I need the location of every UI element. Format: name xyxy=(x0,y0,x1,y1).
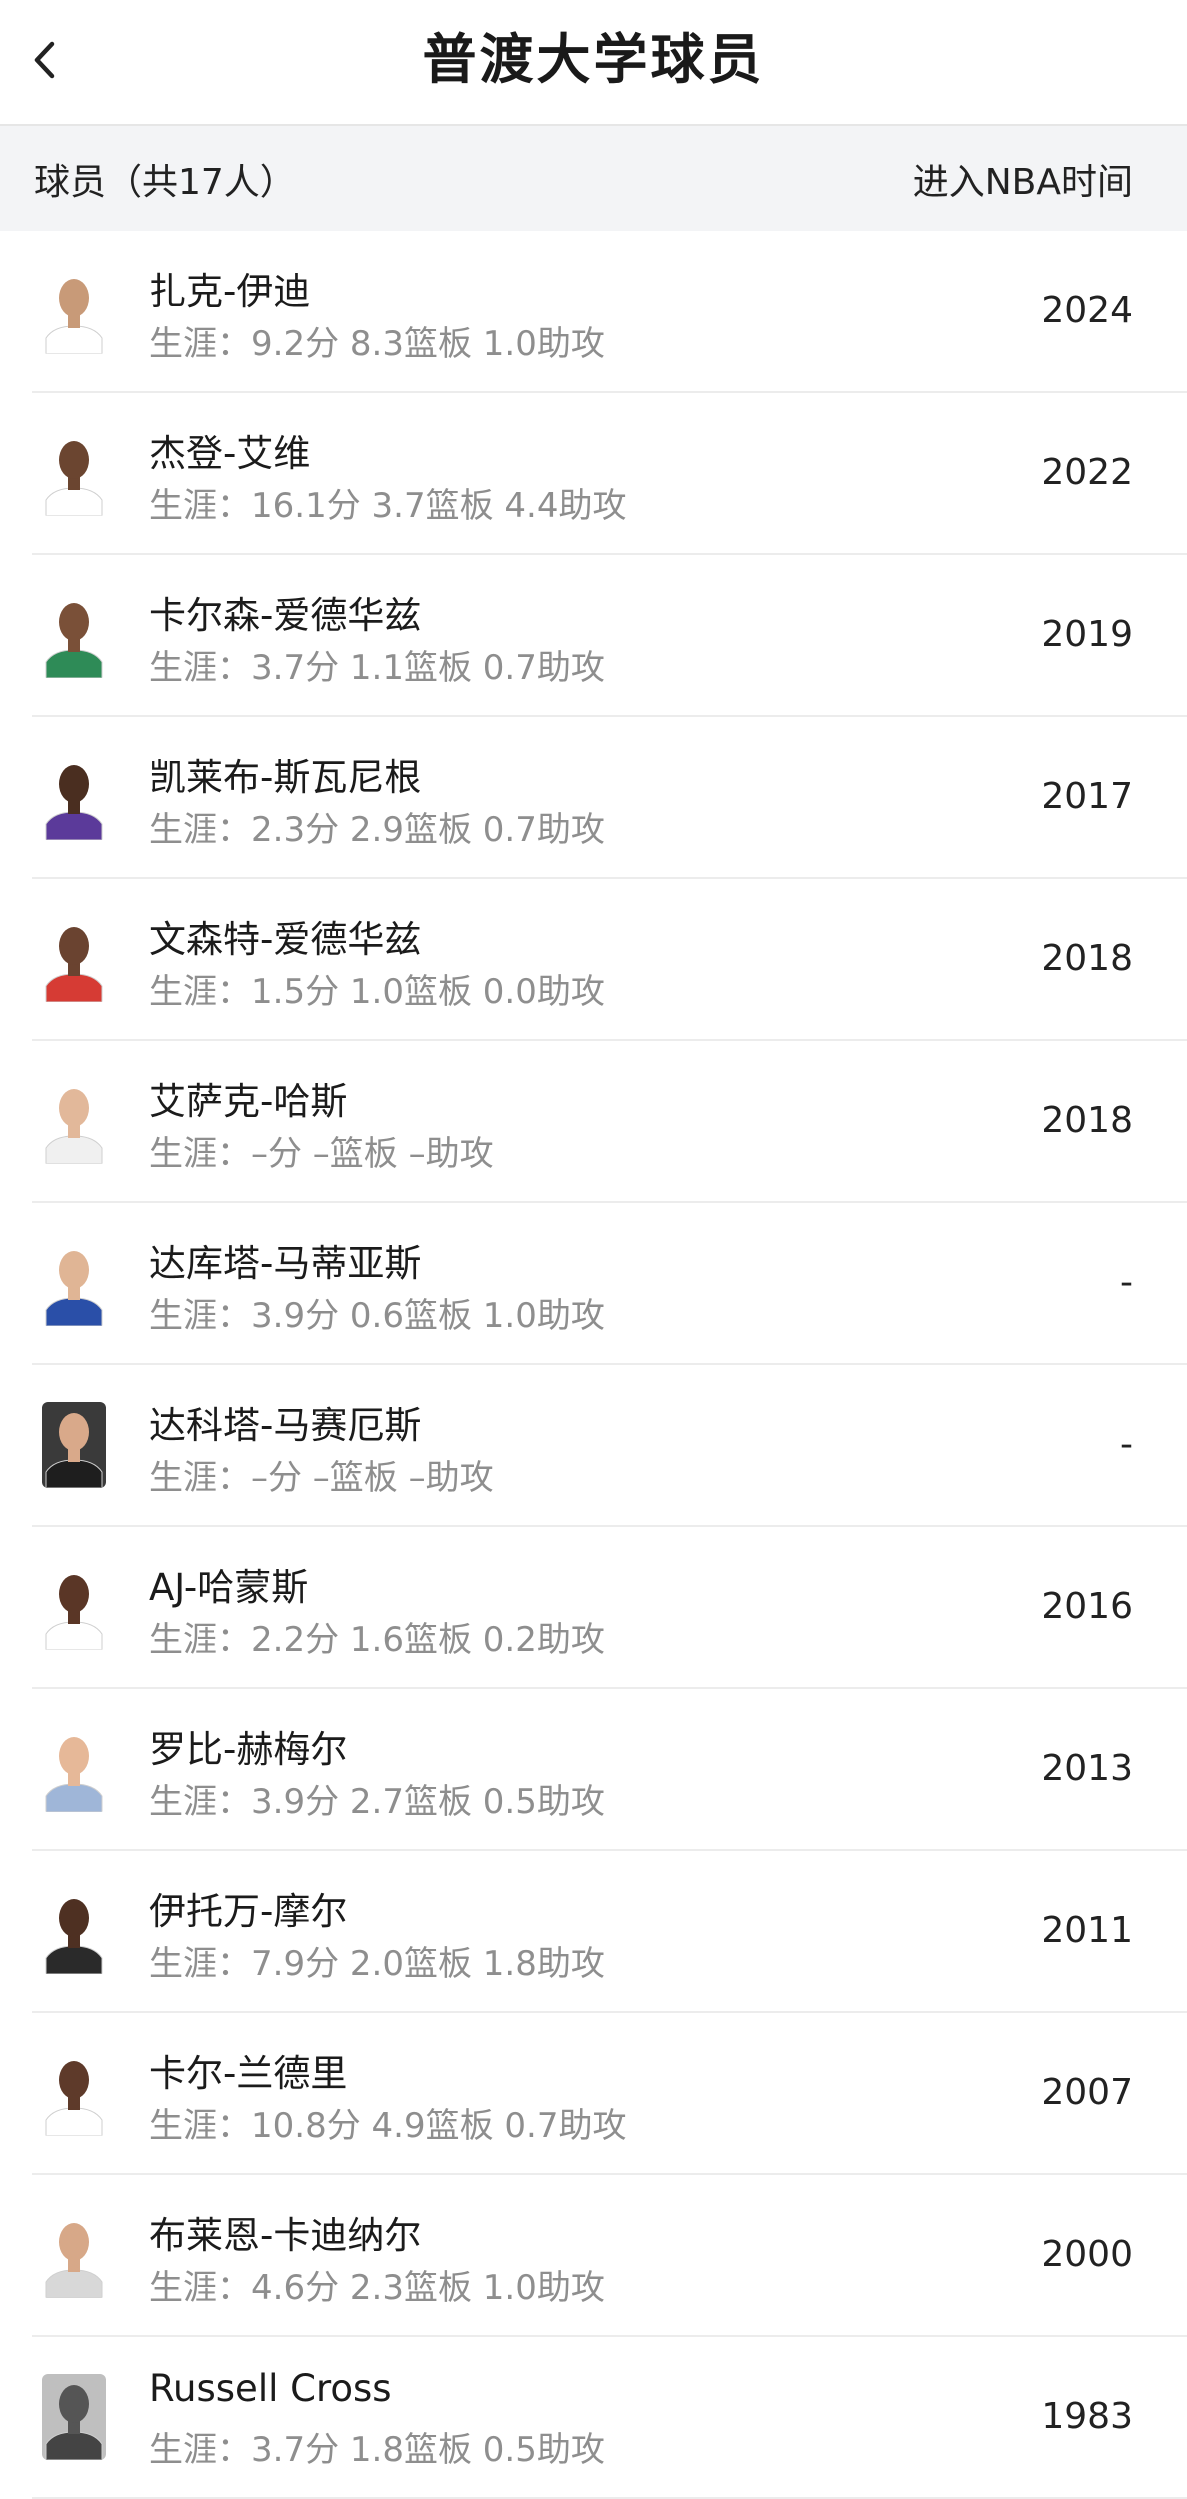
player-nba-entry-year: 2022 xyxy=(1041,452,1133,493)
player-avatar xyxy=(42,1402,106,1488)
player-name: 凯莱布-斯瓦尼根 xyxy=(149,756,422,799)
player-nba-entry-year: 2011 xyxy=(1041,1910,1133,1951)
player-name: Russell Cross xyxy=(149,2367,392,2410)
player-avatar xyxy=(42,1240,106,1326)
player-nba-entry-year: 2016 xyxy=(1041,1586,1133,1627)
player-nba-entry-year: 2007 xyxy=(1041,2072,1133,2113)
player-name: 布莱恩-卡迪纳尔 xyxy=(149,2214,422,2257)
nba-entry-column-label: 进入NBA时间 xyxy=(912,161,1133,203)
player-name: 伊托万-摩尔 xyxy=(149,1890,348,1933)
player-row[interactable]: 布莱恩-卡迪纳尔生涯：4.6分 2.3篮板 1.0助攻 2000 xyxy=(32,2175,1187,2337)
player-career-stats: 生涯：4.6分 2.3篮板 1.0助攻 xyxy=(149,2268,605,2308)
player-career-stats: 生涯：3.7分 1.1篮板 0.7助攻 xyxy=(149,648,605,688)
player-name: 艾萨克-哈斯 xyxy=(149,1080,348,1123)
player-nba-entry-year: 2018 xyxy=(1041,938,1133,979)
player-list: 扎克-伊迪生涯：9.2分 8.3篮板 1.0助攻 2024 杰登-艾维生涯：16.1… xyxy=(0,231,1187,2499)
player-nba-entry-year: 2013 xyxy=(1041,1748,1133,1789)
player-name: AJ-哈蒙斯 xyxy=(149,1566,309,1609)
player-avatar xyxy=(42,2212,106,2298)
player-row[interactable]: 卡尔森-爱德华兹生涯：3.7分 1.1篮板 0.7助攻 2019 xyxy=(32,555,1187,717)
player-row[interactable]: 扎克-伊迪生涯：9.2分 8.3篮板 1.0助攻 2024 xyxy=(32,231,1187,393)
player-row[interactable]: Russell Cross 生涯：3.7分 1.8篮板 0.5助攻 1983 xyxy=(32,2337,1187,2499)
player-career-stats: 生涯：–分 –篮板 –助攻 xyxy=(149,1458,494,1498)
player-career-stats: 生涯：1.5分 1.0篮板 0.0助攻 xyxy=(149,972,605,1012)
player-career-stats: 生涯：2.2分 1.6篮板 0.2助攻 xyxy=(149,1620,605,1660)
player-name: 卡尔-兰德里 xyxy=(149,2052,348,2095)
player-row[interactable]: 达库塔-马蒂亚斯生涯：3.9分 0.6篮板 1.0助攻 - xyxy=(32,1203,1187,1365)
player-nba-entry-year: 2024 xyxy=(1041,290,1133,331)
player-avatar xyxy=(42,2374,106,2460)
player-avatar xyxy=(42,268,106,354)
player-nba-entry-year: 2000 xyxy=(1041,2234,1133,2275)
player-name: 文森特-爱德华兹 xyxy=(149,918,422,961)
player-name: 扎克-伊迪 xyxy=(149,270,311,313)
player-nba-entry-year: 2017 xyxy=(1041,776,1133,817)
player-career-stats: 生涯：10.8分 4.9篮板 0.7助攻 xyxy=(149,2106,627,2146)
player-nba-entry-year: - xyxy=(1120,1262,1133,1303)
player-avatar xyxy=(42,592,106,678)
player-row[interactable]: 卡尔-兰德里生涯：10.8分 4.9篮板 0.7助攻 2007 xyxy=(32,2013,1187,2175)
player-row[interactable]: 杰登-艾维生涯：16.1分 3.7篮板 4.4助攻 2022 xyxy=(32,393,1187,555)
player-avatar xyxy=(42,1078,106,1164)
list-header: 球员（共17人） 进入NBA时间 xyxy=(0,126,1187,231)
player-name: 卡尔森-爱德华兹 xyxy=(149,594,422,637)
page-title: 普渡大学球员 xyxy=(422,28,765,91)
player-career-stats: 生涯：3.9分 2.7篮板 0.5助攻 xyxy=(149,1782,605,1822)
player-avatar xyxy=(42,1726,106,1812)
player-row[interactable]: 伊托万-摩尔生涯：7.9分 2.0篮板 1.8助攻 2011 xyxy=(32,1851,1187,2013)
player-career-stats: 生涯：16.1分 3.7篮板 4.4助攻 xyxy=(149,486,627,526)
player-row[interactable]: 凯莱布-斯瓦尼根生涯：2.3分 2.9篮板 0.7助攻 2017 xyxy=(32,717,1187,879)
player-career-stats: 生涯：–分 –篮板 –助攻 xyxy=(149,1134,494,1174)
player-avatar xyxy=(42,430,106,516)
player-name: 达科塔-马赛厄斯 xyxy=(149,1404,422,1447)
player-career-stats: 生涯：3.7分 1.8篮板 0.5助攻 xyxy=(149,2430,605,2470)
player-avatar xyxy=(42,1888,106,1974)
player-row[interactable]: AJ-哈蒙斯生涯：2.2分 1.6篮板 0.2助攻 2016 xyxy=(32,1527,1187,1689)
player-nba-entry-year: 2019 xyxy=(1041,614,1133,655)
nav-bar: 普渡大学球员 xyxy=(0,0,1187,126)
player-career-stats: 生涯：3.9分 0.6篮板 1.0助攻 xyxy=(149,1296,605,1336)
player-career-stats: 生涯：9.2分 8.3篮板 1.0助攻 xyxy=(149,324,605,364)
player-row[interactable]: 罗比-赫梅尔生涯：3.9分 2.7篮板 0.5助攻 2013 xyxy=(32,1689,1187,1851)
player-nba-entry-year: - xyxy=(1120,1424,1133,1465)
player-name: 罗比-赫梅尔 xyxy=(149,1728,348,1771)
player-career-stats: 生涯：7.9分 2.0篮板 1.8助攻 xyxy=(149,1944,605,1984)
player-avatar xyxy=(42,754,106,840)
player-name: 达库塔-马蒂亚斯 xyxy=(149,1242,422,1285)
player-name: 杰登-艾维 xyxy=(149,432,311,475)
player-nba-entry-year: 1983 xyxy=(1041,2396,1133,2437)
player-avatar xyxy=(42,1564,106,1650)
player-nba-entry-year: 2018 xyxy=(1041,1100,1133,1141)
player-row[interactable]: 文森特-爱德华兹生涯：1.5分 1.0篮板 0.0助攻 2018 xyxy=(32,879,1187,1041)
player-count-label: 球员（共17人） xyxy=(34,161,296,203)
player-row[interactable]: 艾萨克-哈斯生涯：–分 –篮板 –助攻 2018 xyxy=(32,1041,1187,1203)
player-avatar xyxy=(42,916,106,1002)
player-row[interactable]: 达科塔-马赛厄斯生涯：–分 –篮板 –助攻 - xyxy=(32,1365,1187,1527)
player-avatar xyxy=(42,2050,106,2136)
player-career-stats: 生涯：2.3分 2.9篮板 0.7助攻 xyxy=(149,810,605,850)
